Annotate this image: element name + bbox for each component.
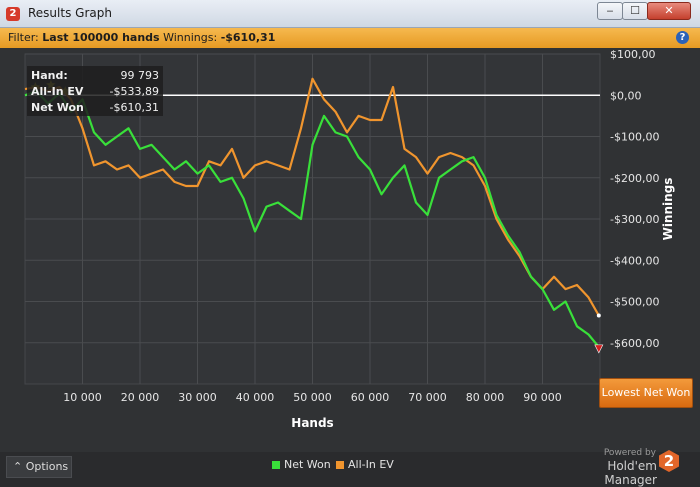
title-bar: 2 Results Graph ‒ ☐ ✕	[0, 0, 700, 28]
tooltip-row-allin-ev: All-In EV -$533,89	[31, 84, 159, 100]
x-tick-label: 70 000	[408, 391, 447, 404]
filter-value[interactable]: Last 100000 hands	[42, 31, 159, 44]
winnings-label: Winnings:	[163, 31, 218, 44]
help-icon[interactable]: ?	[676, 31, 689, 44]
legend-label-all-in-ev: All-In EV	[348, 458, 394, 471]
lowest-net-won-button[interactable]: Lowest Net Won	[599, 378, 693, 408]
tooltip-hand-label: Hand:	[31, 69, 68, 82]
x-tick-label: 50 000	[293, 391, 332, 404]
x-tick-label: 90 000	[523, 391, 562, 404]
tooltip-net-won-value: -$610,31	[109, 101, 159, 114]
legend-swatch-net-won	[272, 461, 280, 469]
y-tick-label: -$400,00	[610, 254, 659, 267]
legend-swatch-all-in-ev	[336, 461, 344, 469]
filter-bar: Filter: Last 100000 hands Winnings: -$61…	[0, 28, 700, 48]
x-tick-label: 40 000	[236, 391, 275, 404]
y-tick-label: $100,00	[610, 48, 656, 61]
tooltip-hand-value: 99 793	[120, 69, 160, 82]
maximize-button[interactable]: ☐	[622, 2, 648, 20]
legend-label-net-won: Net Won	[284, 458, 331, 471]
y-axis-label: Winnings	[661, 178, 675, 241]
y-tick-label: $0,00	[610, 89, 642, 102]
tooltip-row-hand: Hand: 99 793	[31, 68, 159, 84]
close-button[interactable]: ✕	[647, 2, 691, 20]
product-name: Hold'em Manager	[604, 459, 657, 487]
y-tick-label: -$500,00	[610, 296, 659, 309]
x-tick-label: 10 000	[63, 391, 102, 404]
tooltip-allin-ev-label: All-In EV	[31, 85, 84, 98]
endpoint-dot	[596, 313, 601, 318]
x-axis-label: Hands	[291, 416, 333, 430]
y-tick-label: -$300,00	[610, 213, 659, 226]
x-tick-label: 60 000	[351, 391, 390, 404]
winnings-value: -$610,31	[220, 31, 276, 44]
y-tick-label: -$200,00	[610, 172, 659, 185]
options-button[interactable]: ⌃ Options	[6, 456, 72, 478]
x-tick-label: 20 000	[121, 391, 160, 404]
tooltip-allin-ev-value: -$533,89	[109, 85, 159, 98]
legend-item-all-in-ev[interactable]: All-In EV	[336, 458, 394, 472]
chevron-up-icon: ⌃	[13, 460, 23, 473]
filter-prefix: Filter:	[8, 31, 39, 44]
tooltip-row-net-won: Net Won -$610,31	[31, 100, 159, 116]
window-title: Results Graph	[28, 6, 112, 20]
powered-by-label: Powered by	[603, 448, 656, 458]
minimize-button[interactable]: ‒	[597, 2, 623, 20]
y-tick-label: -$100,00	[610, 131, 659, 144]
y-tick-label: -$600,00	[610, 337, 659, 350]
app-logo-icon: 2	[6, 7, 20, 21]
options-label: Options	[25, 460, 69, 473]
legend-item-net-won[interactable]: Net Won	[272, 458, 331, 472]
x-tick-label: 30 000	[178, 391, 217, 404]
hover-tooltip: Hand: 99 793 All-In EV -$533,89 Net Won …	[27, 66, 163, 116]
x-tick-label: 80 000	[466, 391, 505, 404]
tooltip-net-won-label: Net Won	[31, 101, 84, 114]
